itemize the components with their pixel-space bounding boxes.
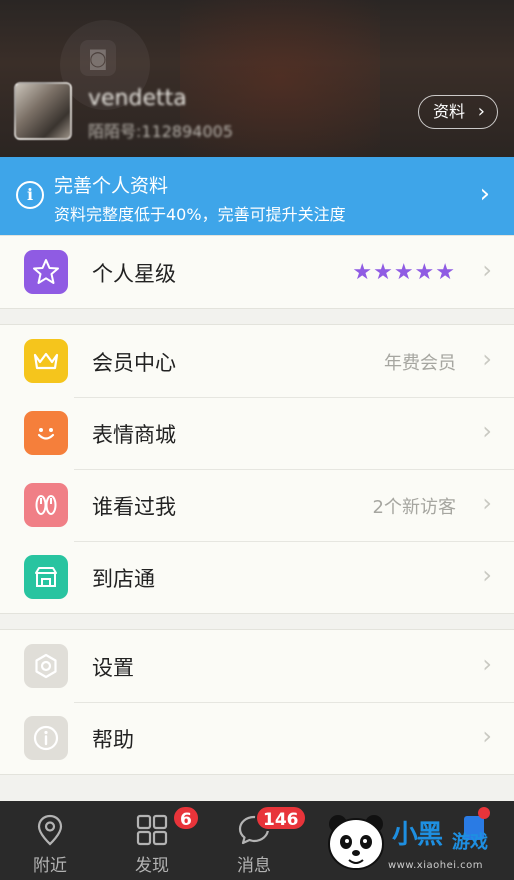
watermark-logo-text: 小黑 (392, 820, 443, 850)
list-item-label: 表情商城 (92, 423, 176, 447)
avatar[interactable] (14, 82, 72, 140)
user-id: 陌陌号:112894005 (88, 122, 234, 141)
list-item-help[interactable]: 帮助 › (0, 702, 514, 774)
location-pin-icon (37, 814, 63, 846)
watermark-logo-text-secondary: 游戏 (452, 832, 488, 853)
banner-subtitle: 资料完整度低于40%，完善可提升关注度 (54, 205, 346, 224)
list-item-label: 会员中心 (92, 351, 176, 375)
chevron-right-icon: › (482, 417, 492, 445)
profile-header: ◙ vendetta 陌陌号:112894005 资料 › (0, 0, 514, 157)
info-icon: i (16, 181, 44, 209)
tab-label: 消息 (237, 856, 271, 876)
chevron-right-icon: › (482, 561, 492, 589)
rating-group: 个人星级 ★★★★★ › (0, 235, 514, 309)
tab-label: 发现 (135, 856, 169, 876)
camera-icon: ◙ (80, 40, 116, 76)
star-rating: ★★★★★ (352, 260, 456, 285)
chevron-right-icon: › (482, 722, 492, 750)
list-item-store-pass[interactable]: 到店通 › (0, 541, 514, 613)
complete-profile-banner[interactable]: i 完善个人资料 资料完整度低于40%，完善可提升关注度 › (0, 157, 514, 235)
notification-badge: 6 (172, 805, 200, 831)
username: vendetta (88, 86, 187, 111)
list-item-value: 年费会员 (384, 353, 456, 374)
chevron-right-icon: › (482, 650, 492, 678)
list-item-vip-center[interactable]: 会员中心 年费会员 › (0, 325, 514, 397)
store-icon (24, 555, 68, 599)
chevron-right-icon: › (482, 489, 492, 517)
banner-title: 完善个人资料 (54, 175, 169, 197)
list-item-label: 帮助 (92, 728, 134, 752)
list-item-label: 设置 (92, 656, 134, 680)
list-item-star-rating[interactable]: 个人星级 ★★★★★ › (0, 236, 514, 308)
chevron-right-icon: › (479, 179, 490, 209)
list-item-settings[interactable]: 设置 › (0, 630, 514, 702)
footprints-icon (24, 483, 68, 527)
tab-label: 附近 (33, 856, 67, 876)
system-group: 设置 › 帮助 › (0, 629, 514, 775)
list-item-visitors[interactable]: 谁看过我 2个新访客 › (0, 469, 514, 541)
help-icon (24, 716, 68, 760)
profile-button-label: 资料 (433, 102, 466, 121)
services-group: 会员中心 年费会员 › 表情商城 › 谁看过我 2个新访客 › 到店通 › (0, 324, 514, 614)
star-icon (24, 250, 68, 294)
chevron-right-icon: › (482, 256, 492, 284)
list-item-label: 到店通 (92, 567, 155, 591)
notification-badge: 146 (255, 805, 307, 831)
smiley-icon (24, 411, 68, 455)
settings-icon (24, 644, 68, 688)
list-item-value: 2个新访客 (372, 497, 456, 518)
crown-icon (24, 339, 68, 383)
grid-icon (136, 814, 168, 846)
tab-nearby[interactable]: 附近 (0, 801, 100, 880)
watermark: 小黑 游戏 www.xiaohei.com (318, 806, 514, 880)
panda-logo-icon (328, 815, 384, 870)
watermark-url: www.xiaohei.com (388, 860, 484, 871)
list-item-emoji-store[interactable]: 表情商城 › (0, 397, 514, 469)
profile-button[interactable]: 资料 › (418, 95, 498, 129)
list-item-label: 个人星级 (92, 262, 176, 286)
chevron-right-icon: › (477, 101, 485, 122)
notification-dot (478, 807, 490, 819)
chevron-right-icon: › (482, 345, 492, 373)
list-item-label: 谁看过我 (92, 495, 176, 519)
